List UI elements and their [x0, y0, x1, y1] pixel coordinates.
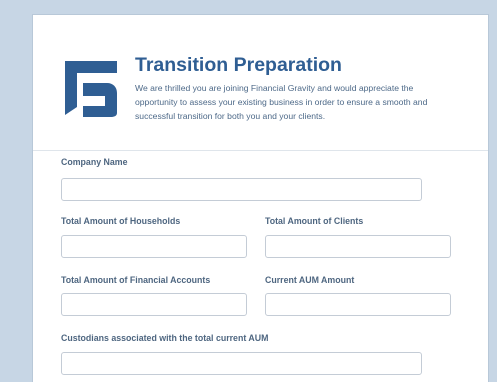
company-name-input[interactable]: [61, 178, 422, 201]
total-households-label: Total Amount of Households: [61, 216, 181, 226]
current-aum-input[interactable]: [265, 293, 451, 316]
current-aum-label: Current AUM Amount: [265, 275, 355, 285]
custodians-input[interactable]: [61, 352, 422, 375]
total-clients-label: Total Amount of Clients: [265, 216, 364, 226]
total-financial-accounts-input[interactable]: [61, 293, 247, 316]
total-financial-accounts-label: Total Amount of Financial Accounts: [61, 275, 211, 285]
form-header: Transition Preparation We are thrilled y…: [33, 15, 488, 151]
page-title: Transition Preparation: [135, 54, 342, 76]
custodians-label: Custodians associated with the total cur…: [61, 333, 269, 343]
financial-gravity-logo-icon: [65, 61, 117, 117]
total-clients-input[interactable]: [265, 235, 451, 258]
form-card: Transition Preparation We are thrilled y…: [32, 14, 489, 382]
form-description: We are thrilled you are joining Financia…: [135, 83, 428, 121]
company-name-label: Company Name: [61, 157, 128, 167]
total-households-input[interactable]: [61, 235, 247, 258]
